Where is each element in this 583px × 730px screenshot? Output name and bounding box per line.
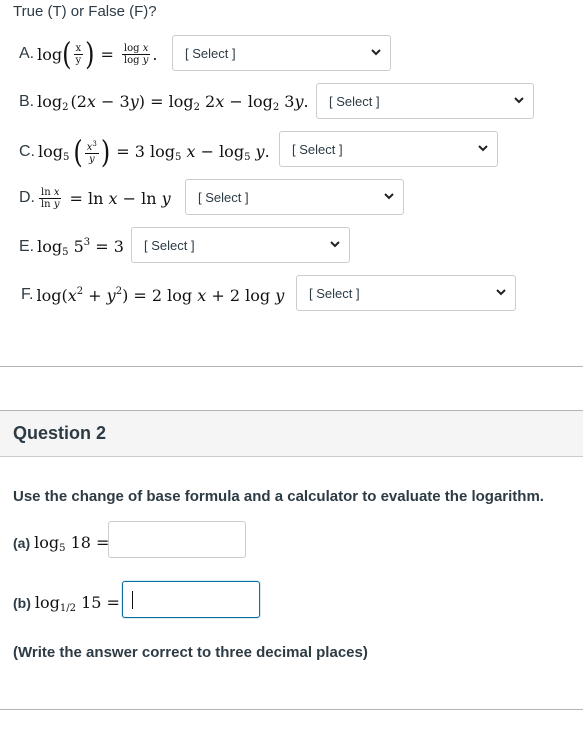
question-2-title: Question 2 — [13, 423, 107, 443]
statement-f-letter: F. — [21, 286, 34, 303]
statement-e: E. log5 53 = 3 — [19, 236, 124, 258]
chevron-down-icon — [330, 241, 340, 248]
part-b-label: (b) — [13, 595, 31, 611]
part-a: (a) log5 18 = — [13, 532, 110, 554]
chevron-down-icon — [371, 49, 381, 56]
numerator: x — [73, 42, 84, 55]
paren: ) — [85, 35, 95, 73]
statement-d-select[interactable]: [ Select ] — [185, 179, 404, 215]
text-cursor — [132, 591, 133, 609]
log-base: 1/2 — [59, 602, 76, 614]
statement-d-letter: D. — [19, 189, 35, 206]
fraction-lnx-over-lny: ln x ln y — [39, 186, 62, 210]
question-divider — [0, 366, 583, 367]
paren: ) — [100, 133, 111, 171]
rounding-note: (Write the answer correct to three decim… — [13, 644, 368, 661]
part-a-answer-input[interactable] — [108, 521, 246, 558]
bottom-divider — [0, 709, 583, 710]
chevron-down-icon — [478, 145, 488, 152]
question-2-instruction: Use the change of base formula and a cal… — [13, 488, 544, 505]
statement-b: B. log2 (2x − 3y) = log2 2x − log2 3y. — [19, 91, 309, 113]
part-b-answer-input[interactable] — [122, 581, 260, 618]
select-value: [ Select ] — [309, 285, 360, 301]
statement-e-select[interactable]: [ Select ] — [131, 227, 350, 263]
statement-c-letter: C. — [19, 143, 35, 160]
statement-f-select[interactable]: [ Select ] — [296, 275, 516, 311]
part-b: (b) log1/2 15 = — [13, 592, 120, 614]
chevron-down-icon — [496, 289, 506, 296]
equals: = — [100, 44, 114, 64]
log-argument: 18 — [70, 532, 91, 552]
paren: ( — [62, 35, 72, 73]
paren: ( — [73, 133, 83, 171]
statement-f: F. log(x2 + y2) = 2 log x + 2 log y — [21, 285, 285, 305]
statement-a: A. log ( xy ) = log x log y . — [19, 37, 157, 71]
statement-c-select[interactable]: [ Select ] — [279, 131, 498, 167]
fraction-x-over-y: xy — [73, 42, 84, 66]
statement-e-letter: E. — [19, 238, 35, 255]
statement-b-letter: B. — [19, 93, 35, 110]
select-value: [ Select ] — [292, 141, 343, 157]
question-2-header: Question 2 — [0, 410, 583, 457]
statement-a-select[interactable]: [ Select ] — [172, 35, 391, 71]
statement-c: C. log5 ( x3 y ) = 3 log5 x − log5 y. — [19, 133, 270, 171]
statement-d: D. ln x ln y = ln x − ln y — [19, 186, 171, 210]
select-value: [ Select ] — [144, 237, 195, 253]
chevron-down-icon — [384, 193, 394, 200]
period: . — [152, 44, 158, 64]
fraction-logx-over-logy: log x log y — [121, 42, 151, 66]
log-argument: 15 — [81, 592, 102, 612]
select-value: [ Select ] — [198, 189, 249, 205]
select-value: [ Select ] — [329, 93, 380, 109]
part-a-label: (a) — [13, 535, 31, 551]
fraction-x3-over-y: x3 y — [84, 140, 99, 165]
statement-a-letter: A. — [19, 45, 35, 62]
question-1-prompt: True (T) or False (F)? — [13, 3, 157, 20]
chevron-down-icon — [514, 97, 524, 104]
log-text: log — [37, 44, 63, 64]
denominator: y — [75, 54, 82, 66]
select-value: [ Select ] — [185, 45, 236, 61]
statement-b-select[interactable]: [ Select ] — [316, 83, 534, 119]
log-base: 5 — [59, 542, 66, 554]
log-base: 2 — [62, 101, 69, 113]
